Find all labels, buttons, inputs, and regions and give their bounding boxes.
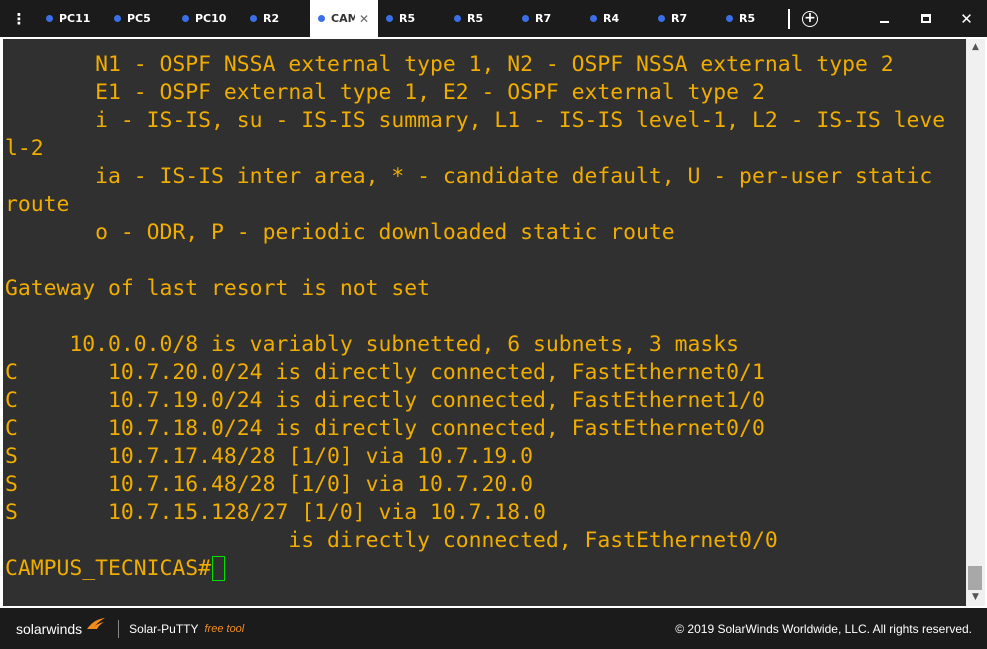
brand-name: solarwinds <box>16 620 83 637</box>
session-status-dot-icon <box>454 15 461 22</box>
tab-pc11[interactable]: PC11 <box>38 0 106 37</box>
tab-bar: ⋮ PC11 PC5 PC10 R2 CAMPUS_TECNICAS ✕ R5 R5 R7 R4 R… <box>0 0 987 37</box>
tab-label: R2 <box>263 12 280 25</box>
terminal-line: is directly connected, FastEthernet0/0 <box>5 528 778 553</box>
minimize-button[interactable] <box>864 0 905 37</box>
window-controls: ✕ <box>864 0 987 37</box>
session-status-dot-icon <box>522 15 529 22</box>
tab-label: R7 <box>535 12 552 25</box>
plus-circle-icon: + <box>802 10 818 27</box>
terminal-line: C 10.7.20.0/24 is directly connected, Fa… <box>5 360 765 385</box>
terminal-cursor <box>212 556 226 581</box>
tab-label: R4 <box>603 12 620 25</box>
session-status-dot-icon <box>250 15 257 22</box>
scrollbar-thumb[interactable] <box>968 566 982 590</box>
tab-r5[interactable]: R5 <box>446 0 514 37</box>
tab-label: PC10 <box>195 12 227 25</box>
terminal-line: S 10.7.16.48/28 [1/0] via 10.7.20.0 <box>5 472 534 497</box>
new-session-button[interactable]: + <box>796 0 824 37</box>
tab-r2[interactable]: R2 <box>242 0 310 37</box>
terminal-line: S 10.7.15.128/27 [1/0] via 10.7.18.0 <box>5 500 546 525</box>
terminal-line: 10.0.0.0/8 is variably subnetted, 6 subn… <box>5 332 740 357</box>
session-status-dot-icon <box>46 15 53 22</box>
tab-r5[interactable]: R5 <box>718 0 786 37</box>
minimize-icon <box>880 20 889 23</box>
terminal-view[interactable]: N1 - OSPF NSSA external type 1, N2 - OSP… <box>3 39 966 606</box>
tab-label: R7 <box>671 12 688 25</box>
terminal-line: C 10.7.19.0/24 is directly connected, Fa… <box>5 388 765 413</box>
terminal-line: N1 - OSPF NSSA external type 1, N2 - OSP… <box>5 52 894 77</box>
footer-divider <box>118 619 120 638</box>
terminal-line: i - IS-IS, su - IS-IS summary, L1 - IS-I… <box>5 108 946 133</box>
terminal-line: C 10.7.18.0/24 is directly connected, Fa… <box>5 416 765 441</box>
terminal-line: S 10.7.17.48/28 [1/0] via 10.7.19.0 <box>5 444 534 469</box>
tab-r4[interactable]: R4 <box>582 0 650 37</box>
terminal-output: N1 - OSPF NSSA external type 1, N2 - OSP… <box>3 39 966 583</box>
tab-label: PC11 <box>59 12 91 25</box>
terminal-frame: N1 - OSPF NSSA external type 1, N2 - OSP… <box>0 37 987 608</box>
footer-bar: solarwinds Solar-PuTTY free tool © 2019 … <box>0 608 987 649</box>
session-status-dot-icon <box>590 15 597 22</box>
terminal-prompt: CAMPUS_TECNICAS# <box>5 556 212 581</box>
tab-separator <box>788 8 790 29</box>
tab-label: R5 <box>467 12 484 25</box>
session-status-dot-icon <box>182 15 189 22</box>
free-tool-tag: free tool <box>204 622 245 635</box>
solarwinds-flame-icon <box>87 617 106 629</box>
product-name: Solar-PuTTY <box>129 621 199 636</box>
close-window-button[interactable]: ✕ <box>946 0 987 37</box>
session-status-dot-icon <box>658 15 665 22</box>
terminal-line: ia - IS-IS inter area, * - candidate def… <box>5 164 933 189</box>
terminal-line: o - ODR, P - periodic downloaded static … <box>5 220 675 245</box>
terminal-prompt-line[interactable]: CAMPUS_TECNICAS# <box>3 555 966 583</box>
tab-label: R5 <box>399 12 416 25</box>
terminal-line: Gateway of last resort is not set <box>5 276 430 301</box>
session-status-dot-icon <box>318 15 325 22</box>
session-tabs: PC11 PC5 PC10 R2 CAMPUS_TECNICAS ✕ R5 R5 R7 R4 R7 R… <box>38 0 786 37</box>
terminal-line: l-2 <box>5 136 44 161</box>
session-status-dot-icon <box>386 15 393 22</box>
tab-label: CAMPUS_TECNICAS <box>331 12 355 25</box>
close-tab-icon[interactable]: ✕ <box>359 12 369 26</box>
tab-pc10[interactable]: PC10 <box>174 0 242 37</box>
scroll-up-icon[interactable]: ▲ <box>966 39 985 56</box>
maximize-button[interactable] <box>905 0 946 37</box>
terminal-line: E1 - OSPF external type 1, E2 - OSPF ext… <box>5 80 765 105</box>
tab-campus_tecnicas[interactable]: CAMPUS_TECNICAS ✕ <box>310 0 378 37</box>
session-status-dot-icon <box>114 15 121 22</box>
tab-r7[interactable]: R7 <box>650 0 718 37</box>
session-status-dot-icon <box>726 15 733 22</box>
tab-label: R5 <box>739 12 756 25</box>
terminal-line: route <box>5 192 70 217</box>
maximize-icon <box>920 14 931 23</box>
copyright-text: © 2019 SolarWinds Worldwide, LLC. All ri… <box>675 621 972 636</box>
menu-kebab-icon[interactable]: ⋮ <box>0 0 38 37</box>
tab-r5[interactable]: R5 <box>378 0 446 37</box>
close-icon: ✕ <box>960 9 973 28</box>
tab-pc5[interactable]: PC5 <box>106 0 174 37</box>
tab-label: PC5 <box>127 12 151 25</box>
tab-r7[interactable]: R7 <box>514 0 582 37</box>
scroll-down-icon[interactable]: ▼ <box>966 589 985 606</box>
terminal-scrollbar[interactable]: ▲ ▼ <box>966 39 985 606</box>
solarwinds-logo: solarwinds <box>16 617 106 637</box>
